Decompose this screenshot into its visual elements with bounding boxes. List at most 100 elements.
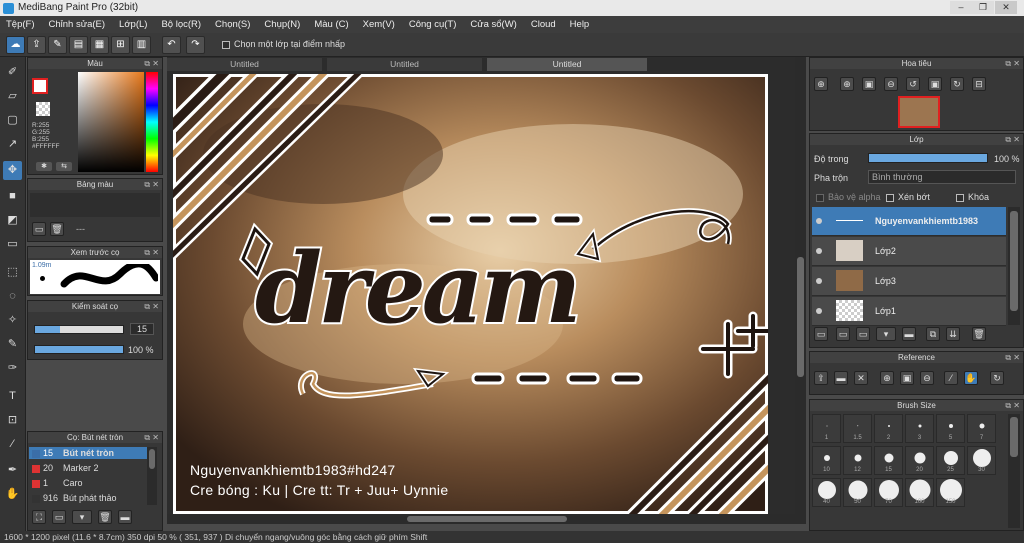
brush-size-cell[interactable]: 50 — [843, 478, 872, 507]
select-one-layer-checkbox[interactable] — [222, 40, 230, 49]
brush-opacity-slider[interactable] — [34, 345, 124, 354]
operation-tool-icon[interactable]: ⊡ — [3, 411, 22, 430]
brush-tool-icon[interactable]: ✐ — [3, 63, 22, 82]
palette-area[interactable] — [30, 193, 160, 217]
rotate-right-icon[interactable]: ↻ — [950, 77, 964, 91]
brush-size-cell[interactable]: 30 — [967, 446, 996, 475]
maximize-button[interactable]: ❐ — [972, 1, 994, 14]
blend-mode-select[interactable]: Bình thường — [868, 170, 1016, 184]
brush-size-cell[interactable]: 2 — [874, 414, 903, 443]
protect-alpha-option[interactable]: Bảo vệ alpha — [816, 192, 881, 202]
menu-view[interactable]: Xem(V) — [363, 19, 395, 30]
tab-untitled-3[interactable]: Untitled — [487, 58, 647, 71]
canvas-horizontal-scrollbar[interactable] — [167, 514, 806, 524]
hue-slider[interactable] — [146, 72, 158, 172]
grid-icon[interactable]: ⊞ — [111, 36, 130, 54]
menu-window[interactable]: Cửa sổ(W) — [470, 19, 516, 30]
lasso-icon[interactable]: ◌ — [3, 287, 22, 306]
layer-opacity-slider[interactable] — [868, 153, 988, 163]
brush-item[interactable]: 1 Caro — [29, 477, 147, 489]
gradient-tool-icon[interactable]: ▭ — [3, 235, 22, 254]
layer-row[interactable]: Nguyenvankhiemtb1983 — [812, 207, 1006, 236]
panel-close-icon[interactable]: ⧉ ✕ — [144, 432, 159, 443]
folder-brush-icon[interactable]: ▬ — [118, 510, 132, 524]
canvas-vertical-scrollbar[interactable] — [795, 57, 806, 514]
panel-close-icon[interactable]: ⧉ ✕ — [144, 179, 159, 190]
eyedropper-icon[interactable]: ⁄ — [944, 371, 958, 385]
menu-select[interactable]: Chọn(S) — [215, 19, 250, 30]
new-layer-icon[interactable]: ▭ — [856, 327, 870, 341]
brush-size-cell[interactable]: 1.5 — [843, 414, 872, 443]
flip-icon[interactable]: ⊟ — [972, 77, 986, 91]
panel-close-icon[interactable]: ⧉ ✕ — [144, 301, 159, 312]
brush-size-cell[interactable]: 10 — [812, 446, 841, 475]
brush-list-scrollbar[interactable] — [147, 447, 157, 505]
reset-rotate-icon[interactable]: ▣ — [928, 77, 942, 91]
open-folder-icon[interactable]: ▬ — [834, 371, 848, 385]
duplicate-layer-icon[interactable]: ⧉ — [926, 327, 940, 341]
brush-item[interactable]: 15 Bút nét tròn — [29, 447, 147, 459]
menu-edit[interactable]: Chỉnh sửa(E) — [49, 19, 106, 30]
menu-layer[interactable]: Lớp(L) — [119, 19, 147, 30]
zoom-in-icon[interactable]: ⊕ — [814, 77, 828, 91]
fit-icon[interactable]: ▣ — [862, 77, 876, 91]
new-layer-icon[interactable]: ▭ — [836, 327, 850, 341]
tab-untitled-1[interactable]: Untitled — [167, 58, 322, 71]
zoom-in-icon[interactable]: ⊕ — [840, 77, 854, 91]
brush-item[interactable]: 916 Bút phát thảo — [29, 492, 147, 504]
menu-color[interactable]: Màu (C) — [314, 19, 348, 30]
select-eraser-icon[interactable]: ✑ — [3, 359, 22, 378]
menu-file[interactable]: Tệp(F) — [6, 19, 35, 30]
eye-icon[interactable] — [816, 308, 822, 314]
minimize-button[interactable]: – — [950, 1, 972, 14]
menu-filter[interactable]: Bộ lọc(R) — [161, 19, 201, 30]
select-one-layer-option[interactable]: Chọn một lớp tại điểm nhấp — [222, 39, 345, 49]
redo-icon[interactable]: ↷ — [186, 36, 205, 54]
saturation-value-picker[interactable] — [78, 72, 144, 172]
eye-icon[interactable] — [816, 218, 822, 224]
panel-close-icon[interactable]: ⧉ ✕ — [1005, 58, 1020, 69]
menu-help[interactable]: Help — [570, 19, 590, 30]
menu-tools[interactable]: Công cụ(T) — [409, 19, 457, 30]
lock-option[interactable]: Khóa — [956, 192, 989, 202]
tab-untitled-2[interactable]: Untitled — [327, 58, 482, 71]
panel-close-icon[interactable]: ⧉ ✕ — [1005, 400, 1020, 411]
delete-palette-icon[interactable]: 🗑 — [50, 222, 64, 236]
layer-row[interactable]: Lớp1 — [812, 297, 1006, 326]
layers-scrollbar[interactable] — [1008, 207, 1020, 325]
fill-shape-icon[interactable]: ■ — [3, 187, 22, 206]
zoom-in-icon[interactable]: ⊕ — [880, 371, 894, 385]
brush-size-cell[interactable]: 25 — [936, 446, 965, 475]
close-reference-icon[interactable]: ✕ — [854, 371, 868, 385]
hand-icon[interactable]: ✋ — [964, 371, 978, 385]
brush-size-cell[interactable]: 100 — [905, 478, 934, 507]
clipping-option[interactable]: Xén bớt — [886, 192, 930, 202]
menu-cloud[interactable]: Cloud — [531, 19, 556, 30]
fit-icon[interactable]: ▣ — [900, 371, 914, 385]
menu-snap[interactable]: Chụp(N) — [264, 19, 300, 30]
eye-icon[interactable] — [816, 248, 822, 254]
new-layer-icon[interactable]: ▭ — [814, 327, 828, 341]
comment-icon[interactable]: ✎ — [48, 36, 67, 54]
add-brush-icon[interactable]: ⛶ — [32, 510, 46, 524]
dot-tool-icon[interactable]: ↗ — [3, 135, 22, 154]
magic-wand-icon[interactable]: ✧ — [3, 311, 22, 330]
refresh-icon[interactable]: ↻ — [990, 371, 1004, 385]
brush-size-cell[interactable]: 5 — [936, 414, 965, 443]
select-pen-icon[interactable]: ✎ — [3, 335, 22, 354]
brush-size-cell[interactable]: 15 — [874, 446, 903, 475]
panel-close-icon[interactable]: ⧉ ✕ — [144, 247, 159, 258]
add-layer-menu-icon[interactable]: ▾ — [876, 327, 896, 341]
new-palette-icon[interactable]: ▭ — [32, 222, 46, 236]
brush-size-cell[interactable]: 1 — [812, 414, 841, 443]
brush-size-cell[interactable]: 3 — [905, 414, 934, 443]
brush-size-cell[interactable]: 12 — [843, 446, 872, 475]
settings-icon[interactable]: ▥ — [132, 36, 151, 54]
background-color-swatch[interactable] — [36, 102, 50, 116]
zoom-out-icon[interactable]: ⊖ — [884, 77, 898, 91]
page-icon[interactable]: ▤ — [69, 36, 88, 54]
eyedropper-icon[interactable]: ⁄ — [3, 435, 22, 454]
panel-close-icon[interactable]: ⧉ ✕ — [144, 58, 159, 69]
delete-layer-icon[interactable]: 🗑 — [972, 327, 986, 341]
rotate-left-icon[interactable]: ↺ — [906, 77, 920, 91]
